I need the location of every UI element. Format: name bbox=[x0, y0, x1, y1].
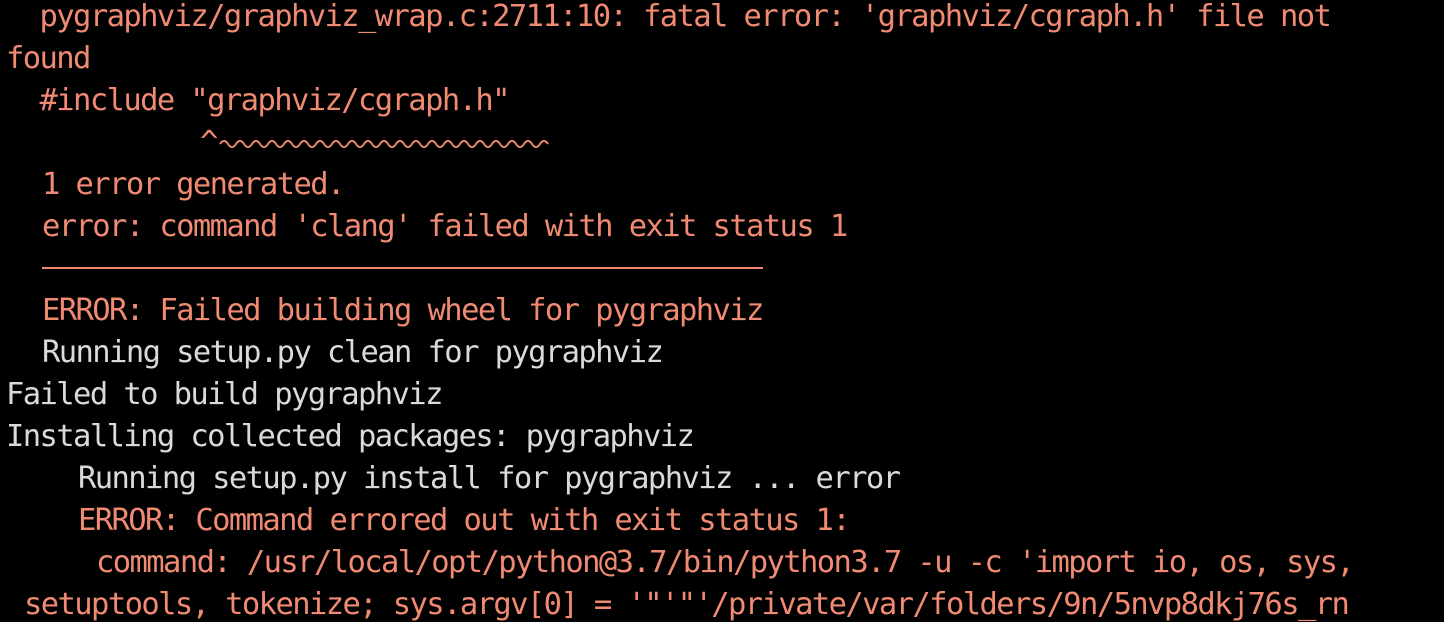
wheel-build-error-line: ERROR: Failed building wheel for pygraph… bbox=[42, 293, 764, 328]
command-errored-line: ERROR: Command errored out with exit sta… bbox=[78, 503, 851, 538]
failed-build-line: Failed to build pygraphviz bbox=[6, 377, 443, 412]
setup-clean-line: Running setup.py clean for pygraphviz bbox=[42, 335, 664, 370]
command-detail-line-wrap: setuptools, tokenize; sys.argv[0] = '"'"… bbox=[24, 587, 1350, 622]
fatal-error-line-wrap: found bbox=[6, 41, 91, 76]
include-line: #include "graphviz/cgraph.h" bbox=[6, 83, 511, 118]
command-detail-line: command: /usr/local/opt/python@3.7/bin/p… bbox=[96, 545, 1355, 580]
installing-packages-line: Installing collected packages: pygraphvi… bbox=[6, 419, 695, 454]
fatal-error-line: pygraphviz/graphviz_wrap.c:2711:10: fata… bbox=[6, 0, 1332, 34]
terminal-output[interactable]: pygraphviz/graphviz_wrap.c:2711:10: fata… bbox=[0, 0, 1444, 622]
setup-install-line: Running setup.py install for pygraphviz … bbox=[78, 461, 901, 496]
error-squiggle bbox=[219, 140, 549, 148]
clang-failed-line: error: command 'clang' failed with exit … bbox=[42, 209, 848, 244]
errors-generated-line: 1 error generated. bbox=[42, 167, 345, 202]
error-separator-rule bbox=[42, 267, 763, 269]
